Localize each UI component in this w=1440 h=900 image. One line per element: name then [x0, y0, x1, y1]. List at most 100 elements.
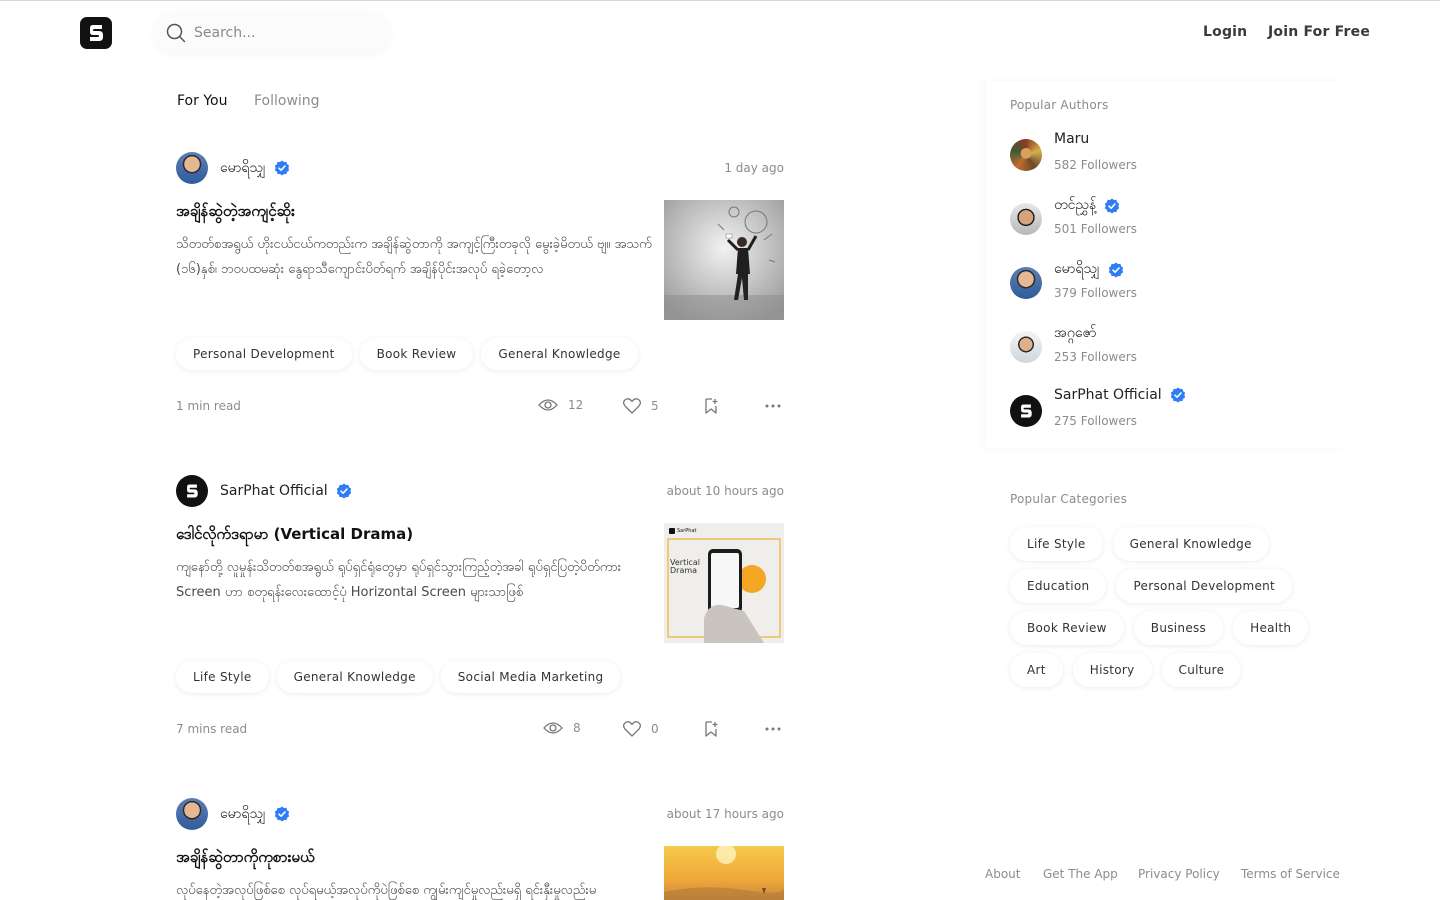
footer-link-get-app[interactable]: Get The App: [1043, 867, 1118, 881]
search-input[interactable]: [194, 25, 374, 41]
bookmark-icon[interactable]: [704, 398, 718, 414]
views-count: 12: [568, 398, 584, 412]
popular-categories-title: Popular Categories: [1010, 492, 1128, 506]
category-chip[interactable]: History: [1072, 653, 1152, 687]
popular-author-item[interactable]: Maru 582 Followers: [1010, 131, 1310, 181]
tag-chip[interactable]: General Knowledge: [481, 338, 638, 370]
popular-author-item[interactable]: အဂ္ဂဇော် 253 Followers: [1010, 323, 1310, 373]
thumbnail-brand: SarPhat: [677, 528, 697, 534]
post-author-row: မောရိသျှ about 17 hours ago: [176, 798, 784, 830]
tag-chip[interactable]: Book Review: [359, 338, 474, 370]
tag-chip[interactable]: General Knowledge: [276, 661, 433, 693]
footer-link-terms[interactable]: Terms of Service: [1241, 867, 1340, 881]
popular-author-item[interactable]: တင်ညွှန့် 501 Followers: [1010, 195, 1310, 245]
post-excerpt[interactable]: ကျနော်တို့ လူမှုန်းသိတတ်စအရွယ် ရုပ်ရှင်ရ…: [176, 555, 654, 605]
author-followers: 379 Followers: [1054, 286, 1137, 300]
footer-link-about[interactable]: About: [985, 867, 1020, 881]
post-tags: Personal Development Book Review General…: [176, 338, 638, 370]
likes-stat[interactable]: 0: [623, 721, 659, 737]
views-stat[interactable]: 8: [543, 721, 581, 735]
bookmark-icon[interactable]: [704, 721, 718, 737]
post-excerpt[interactable]: သိတတ်စအရွယ် ဟိုးငယ်ငယ်ကတည်းက အချိန်ဆွဲတာ…: [176, 232, 654, 282]
author-name-text: အဂ္ဂဇော်: [1054, 325, 1097, 341]
avatar[interactable]: [176, 152, 208, 184]
views-stat[interactable]: 12: [538, 398, 583, 412]
category-chip[interactable]: General Knowledge: [1112, 527, 1269, 561]
category-row: Book Review Business Health: [1010, 611, 1309, 645]
thumbnail-caption: Vertical Drama: [670, 558, 700, 575]
category-chip[interactable]: Life Style: [1010, 527, 1103, 561]
category-chip[interactable]: Personal Development: [1116, 569, 1293, 603]
more-options-icon[interactable]: [765, 403, 781, 409]
author-name: Maru: [1054, 131, 1089, 147]
category-row: Education Personal Development: [1010, 569, 1293, 603]
post-thumbnail[interactable]: SarPhat Vertical Drama: [664, 523, 784, 643]
author-followers: 582 Followers: [1054, 158, 1137, 172]
author-name-text: Maru: [1054, 131, 1090, 147]
tab-for-you[interactable]: For You: [177, 93, 227, 109]
tag-chip[interactable]: Life Style: [176, 661, 269, 693]
post-excerpt[interactable]: လုပ်နေတဲ့အလုပ်ဖြစ်စေ လုပ်ရမယ့်အလုပ်ကိုပဲ…: [176, 878, 654, 900]
category-chip[interactable]: Culture: [1161, 653, 1242, 687]
avatar[interactable]: [176, 798, 208, 830]
tag-chip[interactable]: Personal Development: [176, 338, 352, 370]
author-followers: 501 Followers: [1054, 222, 1137, 236]
heart-icon: [623, 398, 641, 414]
author-name: အဂ္ဂဇော်: [1054, 323, 1097, 344]
author-followers: 275 Followers: [1054, 414, 1137, 428]
post-thumbnail[interactable]: [664, 846, 784, 900]
category-chip[interactable]: Health: [1233, 611, 1309, 645]
post-card[interactable]: မောရိသျှ 1 day ago အချိန်ဆွဲတဲ့အကျင့်ဆို…: [176, 152, 784, 422]
author-name-text: တင်ညွှန့်: [1054, 197, 1097, 213]
popular-authors-title: Popular Authors: [1010, 98, 1109, 112]
popular-author-item[interactable]: မောရိသျှ 379 Followers: [1010, 259, 1310, 309]
verified-badge-icon: [336, 483, 351, 499]
search-box[interactable]: [154, 13, 390, 53]
category-chip[interactable]: Business: [1133, 611, 1224, 645]
tag-chip[interactable]: Social Media Marketing: [440, 661, 621, 693]
post-title[interactable]: အချိန်ဆွဲတာကိုကုစားမယ်: [176, 848, 315, 870]
post-time: about 17 hours ago: [666, 807, 784, 821]
post-time: 1 day ago: [724, 161, 784, 175]
heart-icon: [623, 721, 641, 737]
likes-count: 5: [651, 399, 659, 413]
post-time: about 10 hours ago: [666, 484, 784, 498]
verified-badge-icon: [274, 806, 289, 822]
top-border: [0, 0, 1440, 1]
search-icon: [166, 23, 186, 43]
post-title[interactable]: အချိန်ဆွဲတဲ့အကျင့်ဆိုး: [176, 202, 295, 224]
post-tags: Life Style General Knowledge Social Medi…: [176, 661, 621, 693]
post-meta: 1 min read 12 5: [176, 398, 784, 414]
eye-icon: [543, 722, 563, 734]
more-options-icon[interactable]: [765, 726, 781, 732]
join-button[interactable]: Join For Free: [1268, 24, 1370, 40]
category-row: Life Style General Knowledge: [1010, 527, 1269, 561]
category-chip[interactable]: Education: [1010, 569, 1107, 603]
author-name[interactable]: မောရိသျှ: [220, 804, 266, 825]
verified-badge-icon: [1108, 262, 1123, 277]
verified-badge-icon: [1170, 387, 1185, 403]
post-card[interactable]: မောရိသျှ about 17 hours ago အချိန်ဆွဲတာက…: [176, 798, 784, 900]
post-title[interactable]: ဒေါင်လိုက်ဒရာမာ (Vertical Drama): [176, 525, 413, 547]
author-followers: 253 Followers: [1054, 350, 1137, 364]
avatar[interactable]: [176, 475, 208, 507]
popular-author-item[interactable]: SarPhat Official 275 Followers: [1010, 387, 1310, 437]
read-time: 1 min read: [176, 399, 241, 413]
author-name-text: SarPhat Official: [1054, 387, 1162, 403]
footer-link-privacy[interactable]: Privacy Policy: [1138, 867, 1220, 881]
avatar: [1010, 203, 1042, 235]
post-card[interactable]: SarPhat Official about 10 hours ago ဒေါင…: [176, 475, 784, 745]
category-chip[interactable]: Art: [1010, 653, 1063, 687]
logo-icon[interactable]: [80, 17, 112, 49]
avatar: [1010, 267, 1042, 299]
author-name: တင်ညွှန့်: [1054, 195, 1120, 216]
likes-stat[interactable]: 5: [623, 398, 659, 414]
post-thumbnail[interactable]: [664, 200, 784, 320]
avatar: [1010, 331, 1042, 363]
tab-following[interactable]: Following: [254, 93, 320, 109]
author-name[interactable]: မောရိသျှ: [220, 158, 266, 179]
post-author-row: မောရိသျှ 1 day ago: [176, 152, 784, 184]
category-chip[interactable]: Book Review: [1010, 611, 1124, 645]
login-link[interactable]: Login: [1203, 24, 1247, 40]
author-name[interactable]: SarPhat Official: [220, 483, 328, 499]
